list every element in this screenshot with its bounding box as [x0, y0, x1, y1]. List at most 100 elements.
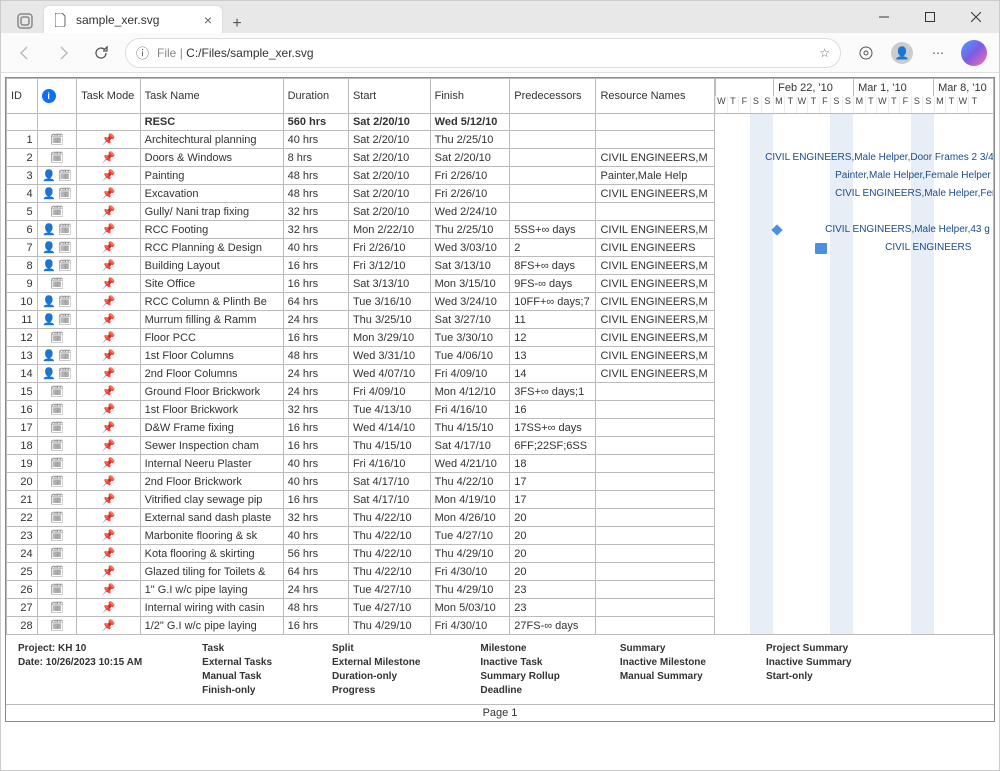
- row-res[interactable]: [596, 383, 715, 401]
- row-id[interactable]: 23: [7, 527, 38, 545]
- row-dur[interactable]: 32 hrs: [283, 203, 348, 221]
- row-res[interactable]: [596, 581, 715, 599]
- row-id[interactable]: 14: [7, 365, 38, 383]
- profile-icon[interactable]: 👤: [887, 38, 917, 68]
- row-dur[interactable]: 24 hrs: [283, 581, 348, 599]
- maximize-button[interactable]: [907, 1, 953, 33]
- row-pred[interactable]: 23: [510, 599, 596, 617]
- row-mode[interactable]: 📌: [77, 257, 141, 275]
- row-finish[interactable]: Thu 2/25/10: [430, 221, 510, 239]
- row-pred[interactable]: [510, 131, 596, 149]
- row-finish[interactable]: Wed 3/03/10: [430, 239, 510, 257]
- row-start[interactable]: Sat 2/20/10: [348, 203, 430, 221]
- row-id[interactable]: 6: [7, 221, 38, 239]
- header-id[interactable]: ID: [7, 79, 38, 114]
- row-finish[interactable]: Thu 4/29/10: [430, 581, 510, 599]
- row-name[interactable]: RCC Footing: [140, 221, 283, 239]
- row-pred[interactable]: 17: [510, 491, 596, 509]
- row-finish[interactable]: Thu 4/29/10: [430, 545, 510, 563]
- forward-button[interactable]: [49, 39, 77, 67]
- row-name[interactable]: Ground Floor Brickwork: [140, 383, 283, 401]
- row-start[interactable]: Tue 4/27/10: [348, 599, 430, 617]
- row-res[interactable]: CIVIL ENGINEERS,M: [596, 149, 715, 167]
- row-finish[interactable]: Thu 4/15/10: [430, 419, 510, 437]
- row-finish[interactable]: Sat 3/13/10: [430, 257, 510, 275]
- row-id[interactable]: 12: [7, 329, 38, 347]
- row-finish[interactable]: Wed 2/24/10: [430, 203, 510, 221]
- row-name[interactable]: 1st Floor Brickwork: [140, 401, 283, 419]
- row-mode[interactable]: 📌: [77, 617, 141, 635]
- row-start[interactable]: Sat 2/20/10: [348, 167, 430, 185]
- row-start[interactable]: Thu 3/25/10: [348, 311, 430, 329]
- gantt-area[interactable]: CIVIL ENGINEERS,Male Helper,Door Frames …: [715, 114, 994, 635]
- row-name[interactable]: Excavation: [140, 185, 283, 203]
- row-mode[interactable]: 📌: [77, 293, 141, 311]
- row-info[interactable]: 🗓: [37, 419, 76, 437]
- row-start[interactable]: Thu 4/22/10: [348, 509, 430, 527]
- row-name[interactable]: RCC Planning & Design: [140, 239, 283, 257]
- row-id[interactable]: 28: [7, 617, 38, 635]
- row-id[interactable]: 25: [7, 563, 38, 581]
- row-res[interactable]: CIVIL ENGINEERS,M: [596, 275, 715, 293]
- row-id[interactable]: 10: [7, 293, 38, 311]
- row-finish[interactable]: Fri 4/30/10: [430, 617, 510, 635]
- row-mode[interactable]: 📌: [77, 329, 141, 347]
- row-mode[interactable]: 📌: [77, 473, 141, 491]
- row-info[interactable]: 🗓: [37, 527, 76, 545]
- row-finish[interactable]: Mon 4/12/10: [430, 383, 510, 401]
- row-pred[interactable]: 14: [510, 365, 596, 383]
- row-mode[interactable]: 📌: [77, 239, 141, 257]
- row-res[interactable]: CIVIL ENGINEERS: [596, 239, 715, 257]
- row-info[interactable]: 🗓: [37, 437, 76, 455]
- row-name[interactable]: 2nd Floor Columns: [140, 365, 283, 383]
- header-name[interactable]: Task Name: [140, 79, 283, 114]
- row-mode[interactable]: 📌: [77, 185, 141, 203]
- row-res[interactable]: CIVIL ENGINEERS,M: [596, 185, 715, 203]
- row-res[interactable]: [596, 455, 715, 473]
- row-info[interactable]: 🗓: [37, 401, 76, 419]
- row-pred[interactable]: 18: [510, 455, 596, 473]
- row-info[interactable]: 👤🗓: [37, 221, 76, 239]
- row-pred[interactable]: 16: [510, 401, 596, 419]
- row-dur[interactable]: 56 hrs: [283, 545, 348, 563]
- row-name[interactable]: Kota flooring & skirting: [140, 545, 283, 563]
- row-id[interactable]: 8: [7, 257, 38, 275]
- row-dur[interactable]: 40 hrs: [283, 527, 348, 545]
- row-mode[interactable]: 📌: [77, 149, 141, 167]
- row-finish[interactable]: Fri 4/30/10: [430, 563, 510, 581]
- row-res[interactable]: [596, 419, 715, 437]
- row-id[interactable]: 5: [7, 203, 38, 221]
- row-mode[interactable]: 📌: [77, 563, 141, 581]
- row-res[interactable]: [596, 599, 715, 617]
- row-info[interactable]: 🗓: [37, 149, 76, 167]
- page-content[interactable]: ID i Task Mode Task Name Duration Start …: [1, 73, 999, 770]
- extensions-icon[interactable]: [851, 38, 881, 68]
- row-pred[interactable]: 6FF;22SF;6SS: [510, 437, 596, 455]
- row-name[interactable]: Floor PCC: [140, 329, 283, 347]
- header-mode[interactable]: Task Mode: [77, 79, 141, 114]
- row-id[interactable]: 17: [7, 419, 38, 437]
- row-mode[interactable]: 📌: [77, 527, 141, 545]
- row-finish[interactable]: Fri 4/16/10: [430, 401, 510, 419]
- row-mode[interactable]: 📌: [77, 365, 141, 383]
- row-info[interactable]: 👤🗓: [37, 293, 76, 311]
- row-res[interactable]: [596, 509, 715, 527]
- row-start[interactable]: Sat 4/17/10: [348, 473, 430, 491]
- row-res[interactable]: CIVIL ENGINEERS,M: [596, 311, 715, 329]
- row-name[interactable]: 2nd Floor Brickwork: [140, 473, 283, 491]
- row-pred[interactable]: 27FS-∞ days: [510, 617, 596, 635]
- row-start[interactable]: Sat 3/13/10: [348, 275, 430, 293]
- row-pred[interactable]: 20: [510, 563, 596, 581]
- row-id[interactable]: 2: [7, 149, 38, 167]
- row-res[interactable]: CIVIL ENGINEERS,M: [596, 293, 715, 311]
- row-res[interactable]: [596, 473, 715, 491]
- row-id[interactable]: 18: [7, 437, 38, 455]
- row-pred[interactable]: 11: [510, 311, 596, 329]
- row-info[interactable]: 👤🗓: [37, 311, 76, 329]
- row-finish[interactable]: Thu 2/25/10: [430, 131, 510, 149]
- tab-close-icon[interactable]: ×: [204, 12, 212, 28]
- row-info[interactable]: 🗓: [37, 203, 76, 221]
- row-res[interactable]: [596, 131, 715, 149]
- row-id[interactable]: 11: [7, 311, 38, 329]
- row-info[interactable]: 🗓: [37, 455, 76, 473]
